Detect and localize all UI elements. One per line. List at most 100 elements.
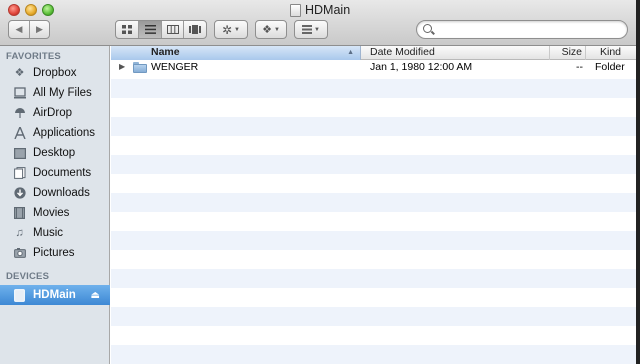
eject-icon[interactable]: ⏏ [91,290,100,301]
arrange-icon [302,25,313,34]
disclosure-triangle-icon[interactable]: ▶ [119,62,125,71]
column-header-name[interactable]: Name ▲ [111,46,361,60]
row-stripe [111,136,636,155]
sidebar-item-label: Documents [33,167,92,179]
gear-icon: ✲ [221,22,233,37]
sidebar-item-desktop[interactable]: Desktop [0,143,110,163]
music-icon: ♫ [15,226,24,239]
column-header-label: Name [151,46,180,58]
row-kind: Folder [595,61,625,73]
chevron-down-icon: ▼ [314,26,320,33]
sidebar-section-favorites: FAVORITES [6,51,61,62]
icon-view-icon [122,25,133,34]
sidebar-item-airdrop[interactable]: AirDrop [0,103,110,123]
sidebar-item-music[interactable]: ♫ Music [0,223,110,243]
pictures-icon [13,247,26,260]
sidebar-item-label: HDMain [33,289,76,301]
forward-arrow-icon: ▶ [36,24,43,34]
row-stripe [111,174,636,193]
coverflow-view-icon [189,25,202,34]
back-button[interactable]: ◀ [9,21,29,38]
sidebar-item-pictures[interactable]: Pictures [0,243,110,263]
row-stripe [111,98,636,117]
close-window-button[interactable] [8,4,20,16]
hard-disk-icon [290,3,301,17]
column-header-size[interactable]: Size [550,46,586,60]
dropbox-menu-button[interactable]: ❖ ▼ [255,20,287,39]
downloads-icon [13,187,26,200]
applications-icon [13,127,26,140]
search-icon [423,24,432,33]
sidebar-item-label: AirDrop [33,107,72,119]
zoom-window-button[interactable] [42,4,54,16]
airdrop-icon [13,107,26,120]
action-menu-button[interactable]: ✲ ▼ [214,20,248,39]
sidebar-item-label: All My Files [33,87,92,99]
sidebar-item-downloads[interactable]: Downloads [0,183,110,203]
back-arrow-icon: ◀ [15,24,23,34]
row-stripe [111,231,636,250]
sidebar-section-devices: DEVICES [6,271,50,282]
forward-button[interactable]: ▶ [29,21,49,38]
row-stripe [111,269,636,288]
row-stripe [111,155,636,174]
column-header-date-modified[interactable]: Date Modified [362,46,550,60]
view-mode-switcher [115,20,207,39]
search-input[interactable] [437,22,617,37]
folder-icon [133,62,147,73]
toolbar: HDMain ◀ ▶ ✲ ▼ ❖ ▼ ▼ [0,0,636,46]
desktop-icon [13,147,26,160]
list-view-icon [144,25,156,34]
sidebar: FAVORITES ❖ Dropbox All My Files AirDrop… [0,46,110,364]
dropbox-icon: ❖ [262,24,272,36]
sidebar-item-label: Pictures [33,247,75,259]
sidebar-item-documents[interactable]: Documents [0,163,110,183]
row-stripe [111,212,636,231]
sidebar-item-label: Applications [33,127,96,139]
row-name: WENGER [151,61,199,73]
column-header-label: Size [561,46,582,58]
window-edge [636,0,640,364]
coverflow-view-button[interactable] [183,21,206,38]
sidebar-item-applications[interactable]: Applications [0,123,110,143]
row-stripe [111,326,636,345]
row-stripe [111,288,636,307]
list-rows: ▶ WENGER Jan 1, 1980 12:00 AM -- Folder [111,60,636,364]
sidebar-item-label: Desktop [33,147,76,159]
hard-disk-icon [13,288,26,302]
sidebar-item-label: Dropbox [33,67,77,79]
sidebar-item-label: Downloads [33,187,90,199]
finder-window: HDMain ◀ ▶ ✲ ▼ ❖ ▼ ▼ FAVORITES ❖ Dropbox… [0,0,636,364]
column-header-label: Kind [600,46,622,58]
column-view-button[interactable] [160,21,184,38]
list-header: Name ▲ Date Modified Size Kind [111,46,636,60]
window-title-text: HDMain [305,3,351,17]
all-files-icon [13,87,26,100]
file-list: Name ▲ Date Modified Size Kind ▶ WENGER … [111,46,636,364]
chevron-down-icon: ▼ [273,26,280,33]
dropbox-icon: ❖ [14,66,25,79]
row-stripe [111,345,636,364]
row-stripe [111,250,636,269]
sidebar-item-movies[interactable]: Movies [0,203,110,223]
sidebar-item-all-my-files[interactable]: All My Files [0,83,110,103]
column-header-kind[interactable]: Kind [586,46,636,60]
movies-icon [13,207,26,220]
sidebar-item-label: Music [33,227,64,239]
table-row[interactable]: ▶ WENGER Jan 1, 1980 12:00 AM -- Folder [111,60,636,75]
column-header-label: Date Modified [370,46,435,58]
row-size: -- [576,61,583,73]
sidebar-item-label: Movies [33,207,70,219]
row-stripe [111,79,636,98]
arrange-menu-button[interactable]: ▼ [294,20,328,39]
column-view-icon [166,25,179,34]
sidebar-item-dropbox[interactable]: ❖ Dropbox [0,63,110,83]
list-view-button[interactable] [138,21,161,38]
icon-view-button[interactable] [116,21,138,38]
minimize-window-button[interactable] [25,4,37,16]
navigation-buttons: ◀ ▶ [8,20,50,39]
search-field[interactable] [416,20,628,39]
sidebar-item-hdmain[interactable]: HDMain ⏏ [0,285,110,305]
row-stripe [111,117,636,136]
row-stripe [111,193,636,212]
